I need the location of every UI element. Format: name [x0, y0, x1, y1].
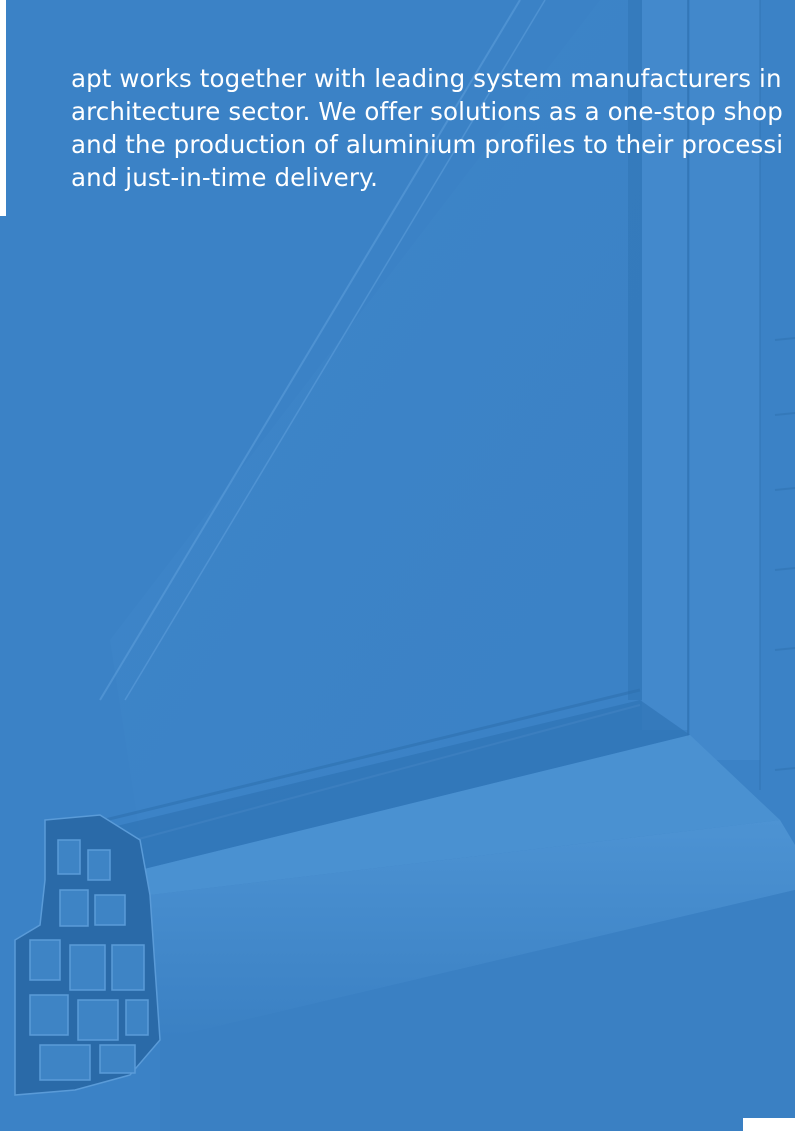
intro-line: and just-in-time delivery.	[71, 163, 379, 192]
intro-line: architecture sector. We offer solutions …	[71, 97, 783, 126]
intro-paragraph: apt works together with leading system m…	[71, 62, 795, 194]
left-edge-bar	[0, 0, 6, 216]
profile-cross-section	[14, 814, 161, 1096]
hardware-ticks	[774, 337, 795, 771]
intro-line: and the production of aluminium profiles…	[71, 130, 784, 159]
page-background: apt works together with leading system m…	[0, 0, 795, 1131]
intro-line: apt works together with leading system m…	[71, 64, 782, 93]
bottom-right-tab	[743, 1118, 795, 1131]
